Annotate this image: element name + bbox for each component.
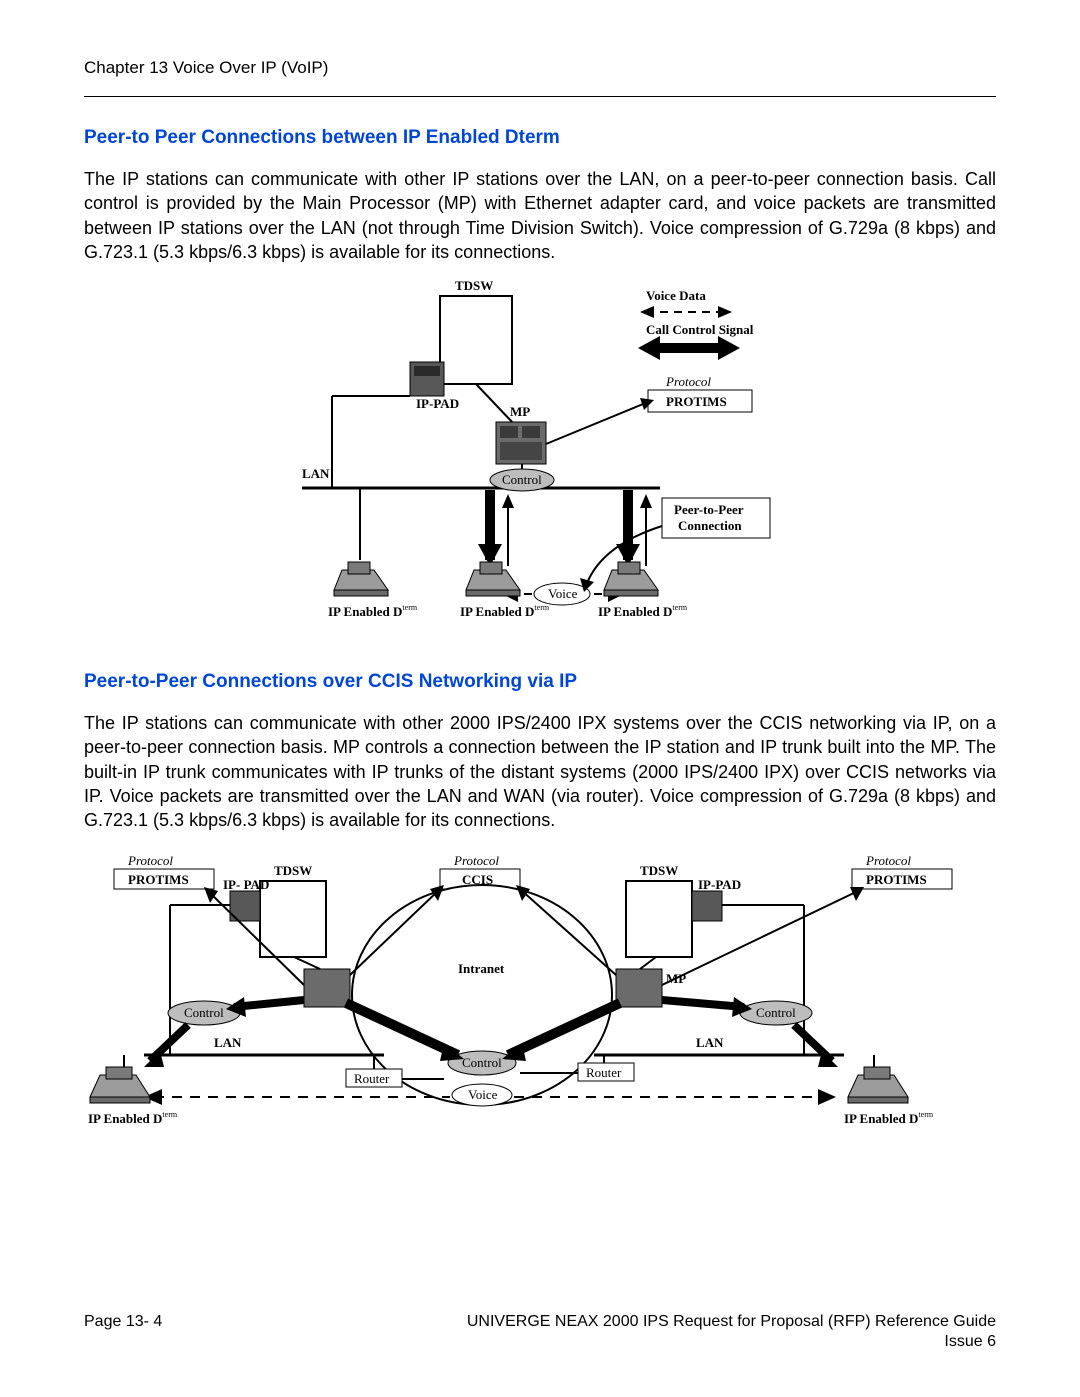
- phone-icon: [90, 1067, 150, 1103]
- section1-paragraph: The IP stations can communicate with oth…: [84, 167, 996, 264]
- footer-page: Page 13- 4: [84, 1313, 162, 1331]
- label-ip-enabled-left: IP Enabled Dterm: [88, 1110, 178, 1126]
- svg-text:TDSW: TDSW: [640, 863, 678, 878]
- label-protims-right: PROTIMS: [866, 872, 927, 887]
- running-header: Chapter 13 Voice Over IP (VoIP): [84, 58, 996, 78]
- label-ip-enabled-right: IP Enabled Dterm: [844, 1110, 934, 1126]
- svg-text:Protocol: Protocol: [127, 853, 173, 868]
- svg-text:Protocol: Protocol: [453, 853, 499, 868]
- label-voice-data: Voice Data: [646, 288, 706, 303]
- section1-title: Peer-to Peer Connections between IP Enab…: [84, 127, 996, 149]
- label-control: Control: [502, 472, 542, 487]
- footer-issue: Issue 6: [84, 1333, 996, 1351]
- svg-text:Control: Control: [462, 1055, 502, 1070]
- svg-text:LAN: LAN: [214, 1035, 242, 1050]
- label-call-control: Call Control Signal: [646, 322, 754, 337]
- label-voice: Voice: [548, 586, 578, 601]
- mp-card-right: [616, 969, 662, 1007]
- label-peer1: Peer-to-Peer: [674, 502, 744, 517]
- label-ip-enabled-1: IP Enabled Dterm: [328, 603, 418, 619]
- ip-pad-card-right: [692, 891, 722, 921]
- header-rule: [84, 96, 996, 97]
- footer-doc: UNIVERGE NEAX 2000 IPS Request for Propo…: [467, 1313, 996, 1331]
- phone-icon: [466, 562, 520, 596]
- section2-paragraph: The IP stations can communicate with oth…: [84, 711, 996, 832]
- mp-card-left: [304, 969, 350, 1007]
- svg-text:TDSW: TDSW: [274, 863, 312, 878]
- tdsw-box: [440, 296, 512, 384]
- svg-text:LAN: LAN: [696, 1035, 724, 1050]
- label-ip-enabled-3: IP Enabled Dterm: [598, 603, 688, 619]
- svg-text:Protocol: Protocol: [865, 853, 911, 868]
- label-lan: LAN: [302, 466, 330, 481]
- svg-text:Control: Control: [756, 1005, 796, 1020]
- label-protims: PROTIMS: [666, 394, 727, 409]
- label-router-right: Router: [586, 1065, 622, 1080]
- phone-icon: [334, 562, 388, 596]
- page-footer: Page 13- 4 UNIVERGE NEAX 2000 IPS Reques…: [84, 1313, 996, 1351]
- section2-title: Peer-to-Peer Connections over CCIS Netwo…: [84, 671, 996, 693]
- label-tdsw: TDSW: [455, 278, 493, 293]
- phone-icon: [604, 562, 658, 596]
- diagram2: Protocol PROTIMS Protocol CCIS Protocol …: [84, 845, 996, 1160]
- diagram1: TDSW IP-PAD MP LAN Control: [84, 276, 996, 641]
- label-intranet: Intranet: [458, 961, 505, 976]
- label-router-left: Router: [354, 1071, 390, 1086]
- svg-text:Voice: Voice: [468, 1087, 498, 1102]
- label-protims-left: PROTIMS: [128, 872, 189, 887]
- svg-text:IP-PAD: IP-PAD: [698, 877, 741, 892]
- phone-icon: [848, 1067, 908, 1103]
- label-ip-enabled-2: IP Enabled Dterm: [460, 603, 550, 619]
- label-mp: MP: [510, 404, 530, 419]
- label-protocol: Protocol: [665, 374, 711, 389]
- svg-text:IP- PAD: IP- PAD: [223, 877, 269, 892]
- label-ip-pad: IP-PAD: [416, 396, 459, 411]
- label-peer2: Connection: [678, 518, 742, 533]
- svg-text:Control: Control: [184, 1005, 224, 1020]
- document-page: Chapter 13 Voice Over IP (VoIP) Peer-to …: [0, 0, 1080, 1397]
